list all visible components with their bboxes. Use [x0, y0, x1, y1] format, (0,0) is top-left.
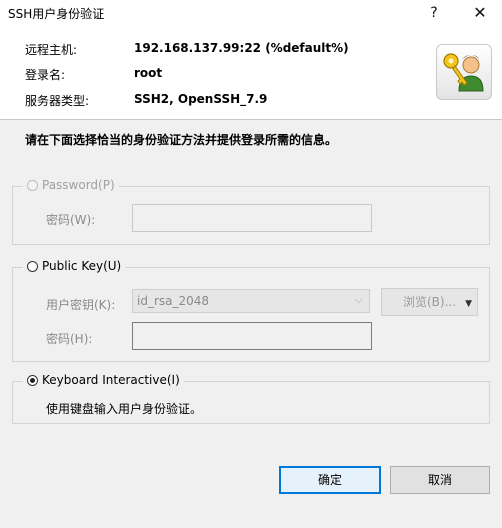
login-value: root [134, 66, 163, 80]
keyboard-interactive-radio-circle[interactable] [27, 374, 38, 386]
keyboard-interactive-group: Keyboard Interactive(I) 使用键盘输入用户身份验证。 [12, 373, 490, 424]
password-input[interactable] [132, 204, 372, 232]
passphrase-input[interactable] [132, 322, 372, 350]
host-value: 192.168.137.99:22 (%default%) [134, 41, 349, 55]
user-key-label: 用户密钥(K): [46, 298, 116, 312]
publickey-radio-circle[interactable] [27, 260, 38, 272]
chevron-down-icon: ⌵ [354, 293, 363, 306]
login-label: 登录名: [25, 68, 66, 82]
help-button[interactable]: ? [414, 0, 454, 26]
password-radio-label: Password(P) [42, 178, 115, 192]
passphrase-label: 密码(H): [46, 332, 93, 346]
server-type-label: 服务器类型: [25, 94, 90, 108]
browse-label: 浏览(B)... [402, 295, 457, 309]
publickey-group: Public Key(U) 用户密钥(K): id_rsa_2048 ⌵ 浏览(… [12, 259, 490, 362]
host-label: 远程主机: [25, 43, 78, 57]
keyboard-interactive-radio[interactable]: Keyboard Interactive(I) [23, 373, 184, 387]
title-bar: SSH用户身份验证 ? ✕ [0, 0, 502, 26]
browse-button[interactable]: 浏览(B)... ▼ [381, 288, 478, 316]
connection-info-panel: 远程主机: 192.168.137.99:22 (%default%) 登录名:… [0, 26, 502, 120]
publickey-radio[interactable]: Public Key(U) [23, 259, 126, 273]
user-key-value: id_rsa_2048 [137, 294, 210, 308]
ok-button[interactable]: 确定 [279, 466, 381, 494]
user-key-select[interactable]: id_rsa_2048 ⌵ [132, 289, 370, 313]
keyboard-interactive-radio-label: Keyboard Interactive(I) [42, 373, 180, 387]
cancel-button[interactable]: 取消 [390, 466, 490, 494]
password-radio-circle[interactable] [27, 179, 38, 191]
publickey-radio-label: Public Key(U) [42, 259, 122, 273]
server-type-value: SSH2, OpenSSH_7.9 [134, 92, 268, 106]
password-group: Password(P) 密码(W): [12, 178, 490, 245]
instruction-text: 请在下面选择恰当的身份验证方法并提供登录所需的信息。 [25, 133, 338, 147]
keyboard-interactive-description: 使用键盘输入用户身份验证。 [46, 402, 203, 416]
window-title: SSH用户身份验证 [8, 7, 105, 21]
user-key-icon [436, 44, 492, 100]
dropdown-arrow-icon: ▼ [465, 299, 472, 309]
password-field-label: 密码(W): [46, 213, 96, 227]
password-radio[interactable]: Password(P) [23, 178, 119, 192]
close-button[interactable]: ✕ [460, 0, 500, 26]
